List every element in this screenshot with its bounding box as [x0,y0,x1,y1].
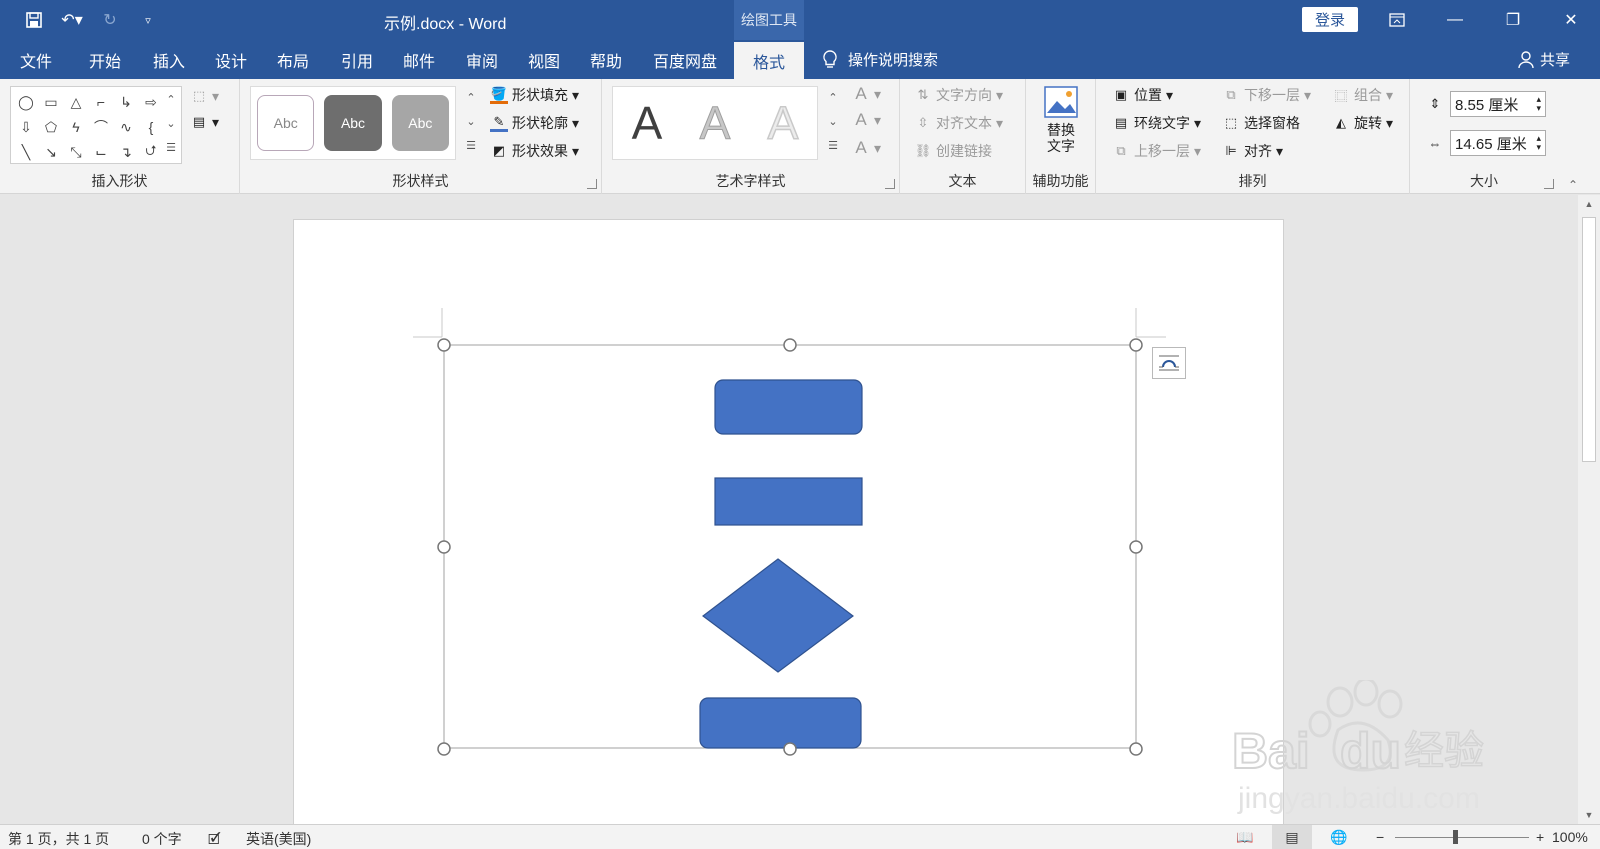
print-layout-icon[interactable]: ▤ [1272,825,1312,849]
resize-handle-bottom-right[interactable] [1129,742,1143,756]
resize-handle-right[interactable] [1129,540,1143,554]
diamond-shape[interactable] [702,558,854,673]
layout-options-icon [1159,355,1179,371]
zoom-slider-track[interactable] [1395,837,1529,838]
resize-handle-bottom-left[interactable] [437,742,451,756]
language-indicator[interactable]: 英语(美国) [246,829,311,849]
page-count[interactable]: 第 1 页，共 1 页 [8,829,109,849]
scroll-up-arrow-icon[interactable]: ▲ [1578,195,1600,213]
resize-handle-bottom[interactable] [783,742,797,756]
rectangle-shape[interactable] [714,477,863,526]
rounded-rectangle-shape-1[interactable] [714,379,863,435]
word-count[interactable]: 0 个字 [142,829,182,849]
zoom-slider-thumb[interactable] [1453,830,1458,844]
status-bar: 第 1 页，共 1 页 0 个字 🗹 英语(美国) 📖 ▤ 🌐 − + 100% [0,824,1600,849]
web-layout-icon[interactable]: 🌐 [1330,829,1347,846]
vertical-scrollbar[interactable]: ▲ ▼ [1578,195,1600,824]
zoom-out-icon[interactable]: − [1376,829,1384,845]
scroll-down-arrow-icon[interactable]: ▼ [1578,806,1600,824]
read-mode-icon[interactable]: 📖 [1236,829,1253,846]
resize-handle-left[interactable] [437,540,451,554]
page-margin-marks [413,308,1166,338]
drawing-canvas[interactable] [0,0,1600,849]
resize-handle-top[interactable] [783,338,797,352]
zoom-in-icon[interactable]: + [1536,829,1544,845]
resize-handle-top-left[interactable] [437,338,451,352]
layout-options-button[interactable] [1152,347,1186,379]
proofing-icon[interactable]: 🗹 [208,829,221,849]
zoom-level[interactable]: 100% [1552,829,1588,845]
rounded-rectangle-shape-2[interactable] [699,697,862,749]
scrollbar-thumb[interactable] [1582,217,1596,462]
resize-handle-top-right[interactable] [1129,338,1143,352]
